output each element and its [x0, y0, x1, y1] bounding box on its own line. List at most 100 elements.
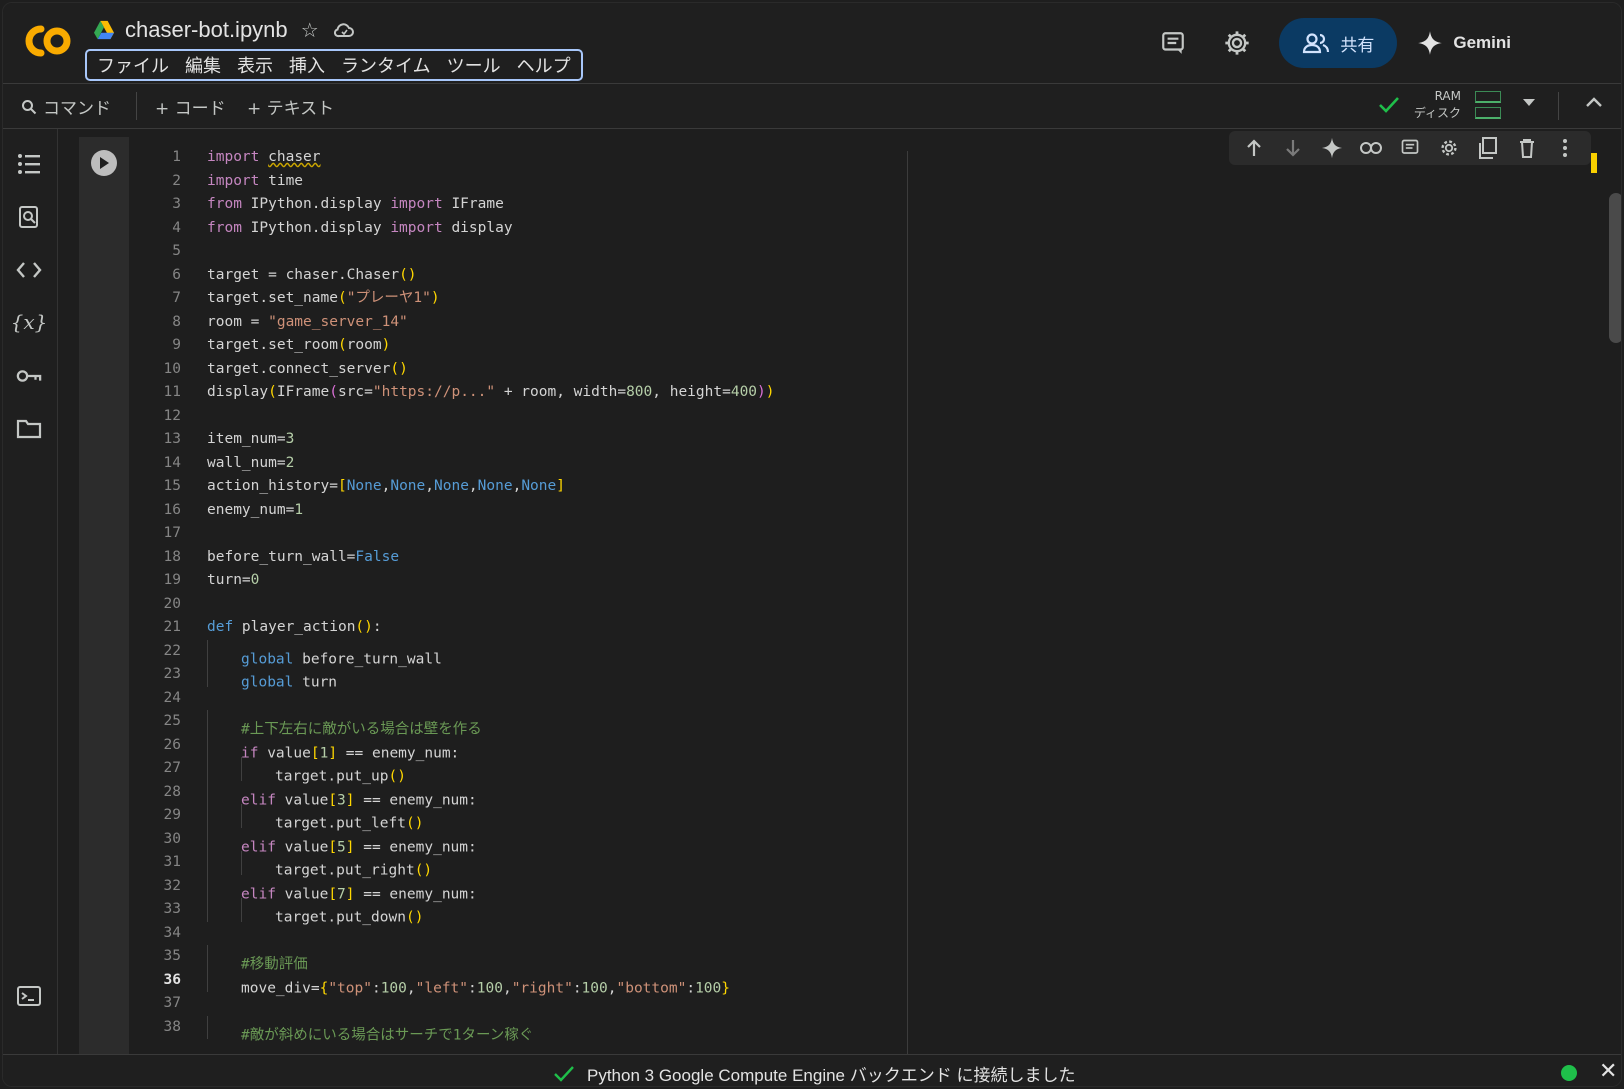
code-text[interactable]: elif value[7] == enemy_num:: [207, 874, 477, 902]
code-text[interactable]: import chaser: [207, 146, 321, 170]
code-text[interactable]: item_num=3: [207, 428, 294, 452]
code-text[interactable]: target.set_room(room): [207, 334, 390, 358]
code-text[interactable]: global turn: [207, 663, 337, 691]
code-text[interactable]: room = "game_server_14": [207, 311, 408, 335]
code-text[interactable]: target.put_left(): [207, 804, 423, 832]
code-lines[interactable]: 1 import chaser 2 import time 3 from IPython.…: [129, 146, 775, 1043]
code-line[interactable]: 25 #上下左右に敵がいる場合は壁を作る: [129, 710, 775, 738]
add-text-button[interactable]: + テキスト: [247, 94, 334, 119]
code-text[interactable]: enemy_num=1: [207, 499, 303, 523]
code-text[interactable]: elif value[5] == enemy_num:: [207, 827, 477, 855]
code-line[interactable]: 6 target = chaser.Chaser(): [129, 264, 775, 288]
code-line[interactable]: 12: [129, 405, 775, 429]
code-text[interactable]: wall_num=2: [207, 452, 294, 476]
gear-icon[interactable]: [1438, 137, 1460, 159]
run-cell-button[interactable]: [91, 150, 117, 176]
code-text[interactable]: elif value[3] == enemy_num:: [207, 780, 477, 808]
code-line[interactable]: 16 enemy_num=1: [129, 499, 775, 523]
code-text[interactable]: display(IFrame(src="https://p..." + room…: [207, 381, 775, 405]
menu-file[interactable]: ファイル: [91, 52, 175, 78]
google-drive-icon[interactable]: [93, 20, 115, 40]
menu-insert[interactable]: 挿入: [283, 52, 331, 78]
code-text[interactable]: target = chaser.Chaser(): [207, 264, 417, 288]
menu-runtime[interactable]: ランタイム: [335, 52, 437, 78]
secrets-key-icon[interactable]: [16, 363, 42, 389]
code-line[interactable]: 28 elif value[3] == enemy_num:: [129, 780, 775, 808]
code-line[interactable]: 11 display(IFrame(src="https://p..." + ro…: [129, 381, 775, 405]
resources-indicator[interactable]: RAM ディスク: [1378, 88, 1501, 122]
move-cell-up-icon[interactable]: [1243, 137, 1265, 159]
share-button[interactable]: 共有: [1279, 18, 1398, 68]
code-text[interactable]: import time: [207, 170, 303, 194]
code-line[interactable]: 34: [129, 922, 775, 946]
code-line[interactable]: 30 elif value[5] == enemy_num:: [129, 827, 775, 855]
code-text[interactable]: if value[1] == enemy_num:: [207, 733, 459, 761]
code-text[interactable]: from IPython.display import display: [207, 217, 513, 241]
menu-help[interactable]: ヘルプ: [511, 52, 577, 78]
terminal-icon[interactable]: [16, 983, 42, 1009]
gemini-sparkle-icon[interactable]: [1321, 137, 1343, 159]
code-line[interactable]: 24: [129, 687, 775, 711]
code-line[interactable]: 26 if value[1] == enemy_num:: [129, 733, 775, 761]
menu-edit[interactable]: 編集: [179, 52, 227, 78]
code-line[interactable]: 2 import time: [129, 170, 775, 194]
code-line[interactable]: 38 #敵が斜めにいる場合はサーチで1ターン稼ぐ: [129, 1015, 775, 1043]
notebook-title[interactable]: chaser-bot.ipynb: [125, 17, 288, 43]
code-line[interactable]: 35 #移動評価: [129, 945, 775, 973]
code-line[interactable]: 23 global turn: [129, 663, 775, 691]
code-text[interactable]: #敵が斜めにいる場合はサーチで1ターン稼ぐ: [207, 1015, 533, 1043]
code-line[interactable]: 14 wall_num=2: [129, 452, 775, 476]
code-text[interactable]: def player_action():: [207, 616, 382, 640]
code-text[interactable]: turn=0: [207, 569, 259, 593]
settings-button[interactable]: [1215, 21, 1259, 65]
code-line[interactable]: 4 from IPython.display import display: [129, 217, 775, 241]
code-line[interactable]: 18 before_turn_wall=False: [129, 546, 775, 570]
close-icon[interactable]: ✕: [1599, 1059, 1617, 1084]
code-text[interactable]: before_turn_wall=False: [207, 546, 399, 570]
menu-view[interactable]: 表示: [231, 52, 279, 78]
mirror-cell-icon[interactable]: [1477, 137, 1499, 159]
code-line[interactable]: 19 turn=0: [129, 569, 775, 593]
cloud-sync-icon[interactable]: [332, 18, 356, 42]
table-of-contents-icon[interactable]: [16, 151, 42, 177]
code-line[interactable]: 13 item_num=3: [129, 428, 775, 452]
code-line[interactable]: 32 elif value[7] == enemy_num:: [129, 874, 775, 902]
comment-icon[interactable]: [1399, 137, 1421, 159]
code-text[interactable]: action_history=[None,None,None,None,None…: [207, 475, 565, 499]
code-text[interactable]: target.put_right(): [207, 851, 432, 879]
code-text[interactable]: target.put_up(): [207, 757, 406, 785]
code-line[interactable]: 3 from IPython.display import IFrame: [129, 193, 775, 217]
menu-tools[interactable]: ツール: [441, 52, 507, 78]
comments-button[interactable]: [1151, 21, 1195, 65]
add-code-button[interactable]: + コード: [155, 94, 226, 119]
delete-icon[interactable]: [1516, 137, 1538, 159]
code-line[interactable]: 20: [129, 593, 775, 617]
more-vert-icon[interactable]: [1554, 137, 1576, 159]
code-line[interactable]: 36 move_div={"top":100,"left":100,"right"…: [129, 968, 775, 996]
code-line[interactable]: 10 target.connect_server(): [129, 358, 775, 382]
code-line[interactable]: 9 target.set_room(room): [129, 334, 775, 358]
move-cell-down-icon[interactable]: [1282, 137, 1304, 159]
collapse-header-button[interactable]: [1585, 96, 1603, 108]
code-line[interactable]: 8 room = "game_server_14": [129, 311, 775, 335]
code-text[interactable]: from IPython.display import IFrame: [207, 193, 504, 217]
code-text[interactable]: target.put_down(): [207, 898, 423, 926]
link-icon[interactable]: [1360, 137, 1383, 159]
vertical-scrollbar[interactable]: [1609, 193, 1621, 343]
code-text[interactable]: target.connect_server(): [207, 358, 408, 382]
find-replace-icon[interactable]: [16, 204, 42, 230]
code-line[interactable]: 15 action_history=[None,None,None,None,No…: [129, 475, 775, 499]
code-line[interactable]: 17: [129, 522, 775, 546]
star-icon[interactable]: ☆: [298, 18, 322, 42]
code-text[interactable]: global before_turn_wall: [207, 639, 442, 667]
colab-logo[interactable]: [21, 21, 73, 61]
runtime-dropdown-button[interactable]: [1521, 96, 1537, 108]
code-text[interactable]: #移動評価: [207, 945, 308, 973]
code-text[interactable]: target.set_name("プレーヤ1"): [207, 287, 440, 311]
code-line[interactable]: 1 import chaser: [129, 146, 775, 170]
command-palette-button[interactable]: コマンド: [21, 94, 111, 119]
code-line[interactable]: 21 def player_action():: [129, 616, 775, 640]
gemini-button[interactable]: Gemini: [1417, 30, 1511, 56]
code-line[interactable]: 7 target.set_name("プレーヤ1"): [129, 287, 775, 311]
code-text[interactable]: move_div={"top":100,"left":100,"right":1…: [207, 968, 730, 996]
